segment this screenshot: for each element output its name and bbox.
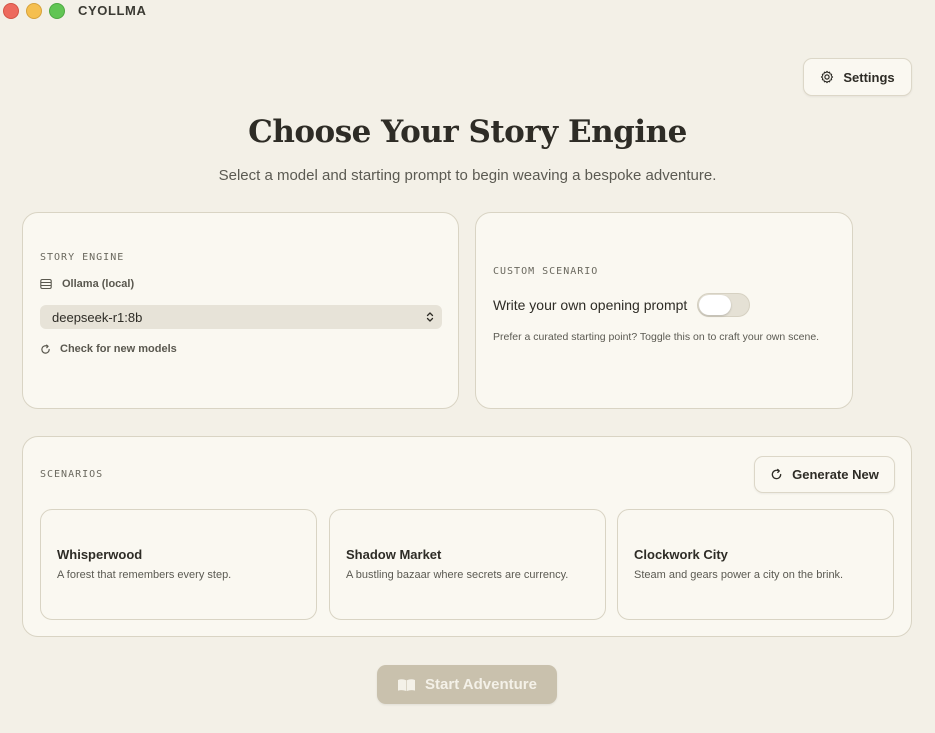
custom-prompt-toggle[interactable] — [697, 293, 751, 317]
custom-prompt-toggle-label: Write your own opening prompt — [493, 297, 688, 313]
page-subtitle: Select a model and starting prompt to be… — [218, 167, 717, 184]
scenario-card-clockwork-city[interactable]: Clockwork City Steam and gears power a c… — [617, 509, 894, 620]
generate-new-label: Generate New — [792, 467, 879, 482]
story-engine-card: STORY ENGINE Ollama (local) deepseek-r1:… — [22, 212, 459, 409]
start-adventure-button[interactable]: Start Adventure — [377, 665, 557, 704]
scenario-name: Whisperwood — [57, 547, 143, 562]
scenarios-section-label: SCENARIOS — [40, 469, 104, 480]
scenario-card-whisperwood[interactable]: Whisperwood A forest that remembers ever… — [40, 509, 317, 620]
window-titlebar: CYOLLMA — [0, 0, 935, 22]
scenarios-card: SCENARIOS Generate New Whisperwood A for… — [22, 436, 912, 637]
scenario-name: Shadow Market — [346, 547, 442, 562]
settings-label: Settings — [843, 69, 895, 85]
check-models-label: Check for new models — [60, 343, 177, 355]
model-select-value: deepseek-r1:8b — [52, 309, 143, 325]
settings-button[interactable]: Settings — [803, 58, 912, 96]
custom-scenario-section-label: CUSTOM SCENARIO — [493, 266, 599, 277]
minimize-window-button[interactable] — [26, 3, 42, 19]
scenario-description: A forest that remembers every step. — [57, 569, 232, 581]
book-icon — [398, 678, 416, 691]
refresh-icon — [771, 468, 782, 480]
gear-icon — [821, 70, 834, 84]
chevron-up-down-icon — [426, 312, 434, 322]
provider-row: Ollama (local) — [40, 278, 134, 290]
model-select[interactable]: deepseek-r1:8b — [40, 305, 442, 329]
scenario-name: Clockwork City — [634, 547, 728, 562]
story-engine-section-label: STORY ENGINE — [40, 252, 125, 263]
server-icon — [40, 278, 52, 290]
scenario-description: Steam and gears power a city on the brin… — [634, 569, 844, 581]
provider-label: Ollama (local) — [62, 278, 135, 290]
custom-scenario-hint: Prefer a curated starting point? Toggle … — [493, 331, 820, 343]
zoom-window-button[interactable] — [49, 3, 65, 19]
custom-scenario-card: CUSTOM SCENARIO Write your own opening p… — [475, 212, 853, 409]
custom-prompt-toggle-row: Write your own opening prompt — [493, 293, 751, 317]
scenario-description: A bustling bazaar where secrets are curr… — [346, 569, 569, 581]
toggle-knob — [699, 295, 732, 315]
page-title: Choose Your Story Engine — [248, 114, 687, 150]
scenario-card-shadow-market[interactable]: Shadow Market A bustling bazaar where se… — [329, 509, 606, 620]
start-adventure-label: Start Adventure — [425, 676, 537, 693]
refresh-icon — [41, 344, 50, 354]
generate-new-button[interactable]: Generate New — [754, 456, 895, 493]
check-models-button[interactable]: Check for new models — [40, 343, 177, 355]
app-title: CYOLLMA — [78, 3, 147, 18]
close-window-button[interactable] — [3, 3, 19, 19]
